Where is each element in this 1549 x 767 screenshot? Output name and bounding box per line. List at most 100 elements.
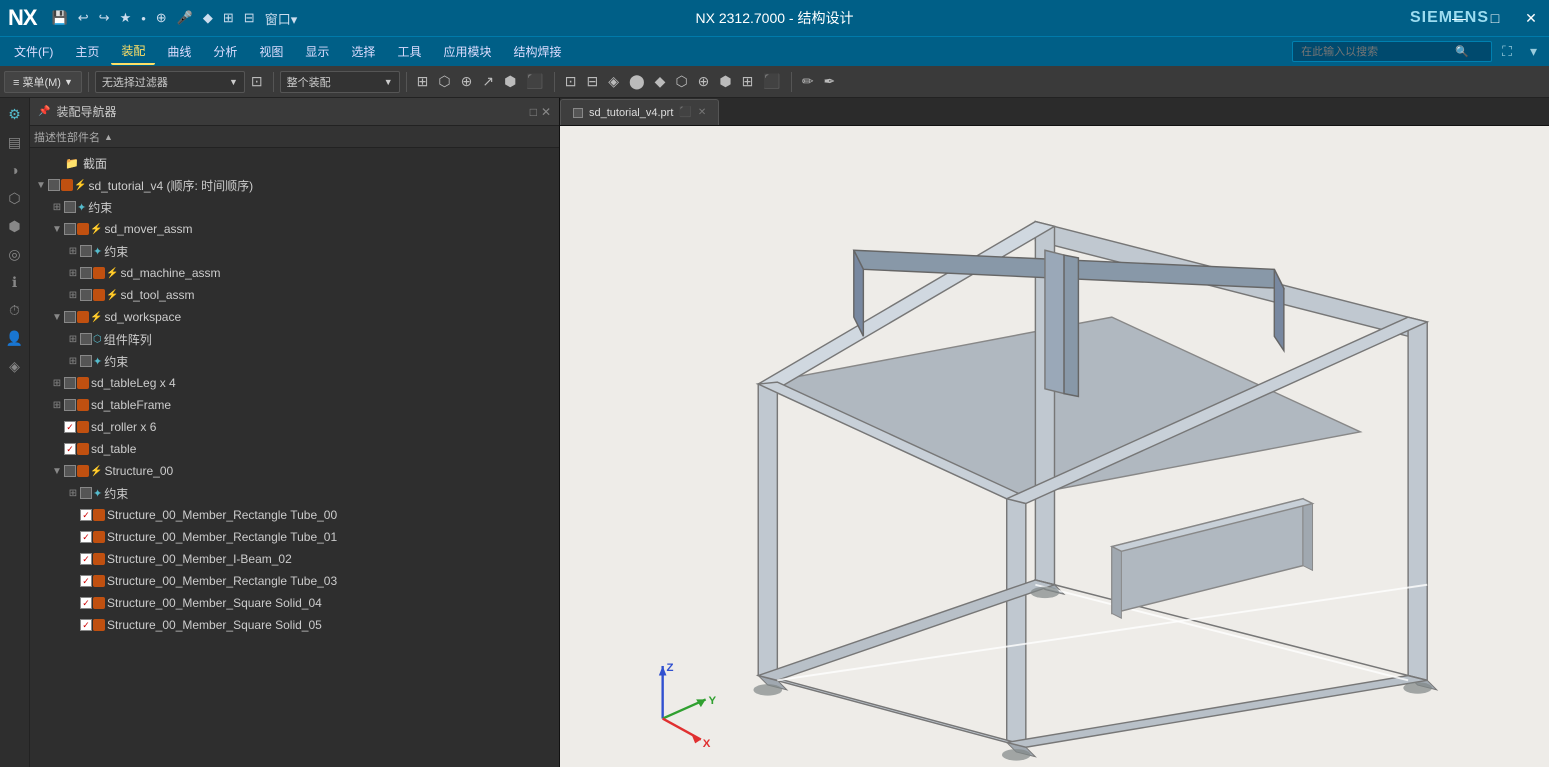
menu-view[interactable]: 视图	[249, 39, 293, 64]
col-sort-icon[interactable]: ▲	[104, 132, 113, 142]
sidebar-icon-layers[interactable]: ▤	[3, 130, 27, 154]
tree-row-ibeam02[interactable]: ✓ Structure_00_Member_I-Beam_02	[30, 548, 559, 570]
filter-dropdown[interactable]: 无选择过滤器 ▼	[95, 71, 245, 93]
mic-icon[interactable]: 🎤	[174, 8, 196, 28]
tb-icon-1[interactable]: ⊞	[413, 70, 433, 93]
minimize-button[interactable]: —	[1441, 0, 1477, 36]
sidebar-icon-user[interactable]: 👤	[3, 326, 27, 350]
toggle-constraint2[interactable]: ⊞	[66, 244, 80, 258]
tab-main[interactable]: sd_tutorial_v4.prt ⬛ ✕	[560, 99, 719, 125]
toggle-machine[interactable]: ⊞	[66, 266, 80, 280]
toggle-constraint4[interactable]: ⊞	[66, 486, 80, 500]
toggle-workspace[interactable]: ▼	[50, 310, 64, 324]
checkbox-rect03[interactable]: ✓	[80, 575, 92, 587]
sidebar-icon-parts[interactable]: ⬡	[3, 186, 27, 210]
toggle-tableframe[interactable]: ⊞	[50, 398, 64, 412]
tree-row-rect01[interactable]: ✓ Structure_00_Member_Rectangle Tube_01	[30, 526, 559, 548]
tree-area[interactable]: 📁 截面 ▼ ⚡ sd_tutorial_v4 (顺序: 时间顺序) ⊞	[30, 148, 559, 767]
sidebar-icon-constraint[interactable]: ◎	[3, 242, 27, 266]
checkbox-roller[interactable]: ✓	[64, 421, 76, 433]
toggle-tool[interactable]: ⊞	[66, 288, 80, 302]
menu-home[interactable]: 主页	[65, 39, 109, 64]
column-header[interactable]: 描述性部件名 ▲	[30, 126, 559, 148]
checkbox-square05[interactable]: ✓	[80, 619, 92, 631]
menu-tools[interactable]: 工具	[387, 39, 431, 64]
tree-row-section[interactable]: 📁 截面	[30, 152, 559, 174]
tree-row-square04[interactable]: ✓ Structure_00_Member_Square Solid_04	[30, 592, 559, 614]
toggle-array[interactable]: ⊞	[66, 332, 80, 346]
menu-button[interactable]: ≡ 菜单(M) ▼	[4, 71, 82, 93]
tree-row-table[interactable]: ✓ sd_table	[30, 438, 559, 460]
tb-icon-16[interactable]: ⬛	[759, 70, 784, 93]
menu-display[interactable]: 显示	[295, 39, 339, 64]
tb-icon-7[interactable]: ⊡	[561, 70, 581, 93]
assembly-filter-dropdown[interactable]: 整个装配 ▼	[280, 71, 400, 93]
tree-row-constraint4[interactable]: ⊞ ✦ 约束	[30, 482, 559, 504]
tree-row-root[interactable]: ▼ ⚡ sd_tutorial_v4 (顺序: 时间顺序)	[30, 174, 559, 196]
menu-select[interactable]: 选择	[341, 39, 385, 64]
viewport[interactable]: sd_tutorial_v4.prt ⬛ ✕	[560, 98, 1549, 767]
tb-icon-10[interactable]: ⬤	[625, 70, 649, 93]
tree-row-constraint2[interactable]: ⊞ ✦ 约束	[30, 240, 559, 262]
tree-row-machine[interactable]: ⊞ ⚡ sd_machine_assm	[30, 262, 559, 284]
checkbox-rect00[interactable]: ✓	[80, 509, 92, 521]
tree-row-tool[interactable]: ⊞ ⚡ sd_tool_assm	[30, 284, 559, 306]
tb-icon-13[interactable]: ⊕	[694, 70, 714, 93]
toggle-constraint3[interactable]: ⊞	[66, 354, 80, 368]
sidebar-icon-3d[interactable]: ⬢	[3, 214, 27, 238]
checkbox-ibeam02[interactable]: ✓	[80, 553, 92, 565]
menu-apps[interactable]: 应用模块	[433, 39, 501, 64]
checkbox-table[interactable]: ✓	[64, 443, 76, 455]
search-icon[interactable]: 🔍	[1455, 45, 1469, 58]
menu-analysis[interactable]: 分析	[203, 39, 247, 64]
toggle-tableleg[interactable]: ⊞	[50, 376, 64, 390]
tree-row-array[interactable]: ⊞ ⬡ 组件阵列	[30, 328, 559, 350]
sidebar-icon-settings[interactable]: ⚙	[3, 102, 27, 126]
search-input[interactable]	[1301, 46, 1451, 58]
grid1-icon[interactable]: ⊞	[220, 8, 237, 28]
tree-row-mover[interactable]: ▼ ⚡ sd_mover_assm	[30, 218, 559, 240]
sidebar-icon-shape[interactable]: ◈	[3, 354, 27, 378]
tb-icon-14[interactable]: ⬢	[715, 70, 735, 93]
tree-row-rect00[interactable]: ✓ Structure_00_Member_Rectangle Tube_00	[30, 504, 559, 526]
rec-icon[interactable]: ⊕	[153, 8, 170, 28]
menu-curve[interactable]: 曲线	[157, 39, 201, 64]
checkbox-square04[interactable]: ✓	[80, 597, 92, 609]
tree-row-roller[interactable]: ✓ sd_roller x 6	[30, 416, 559, 438]
tb-icon-3[interactable]: ⊕	[457, 70, 477, 93]
tree-row-tableleg[interactable]: ⊞ sd_tableLeg x 4	[30, 372, 559, 394]
dot-icon[interactable]: •	[138, 9, 149, 28]
undo-icon[interactable]: ↩	[75, 8, 92, 28]
nav-close-button[interactable]: ✕	[541, 105, 551, 119]
maximize-button[interactable]: □	[1477, 0, 1513, 36]
tb-icon-6[interactable]: ⬛	[522, 70, 547, 93]
menu-struct-weld[interactable]: 结构焊接	[503, 39, 571, 64]
nav-maximize-button[interactable]: □	[530, 105, 537, 119]
tb-icon-12[interactable]: ⬡	[671, 70, 691, 93]
toggle-structure00[interactable]: ▼	[50, 464, 64, 478]
tab-close-button[interactable]: ✕	[698, 107, 706, 118]
tree-row-constraint3[interactable]: ⊞ ✦ 约束	[30, 350, 559, 372]
toggle-root[interactable]: ▼	[34, 178, 48, 192]
toggle-section[interactable]	[50, 156, 64, 170]
tree-row-structure00[interactable]: ▼ ⚡ Structure_00	[30, 460, 559, 482]
tb-icon-11[interactable]: ◆	[651, 70, 670, 93]
tree-row-tableframe[interactable]: ⊞ sd_tableFrame	[30, 394, 559, 416]
tree-row-constraint1[interactable]: ⊞ ✦ 约束	[30, 196, 559, 218]
maximize-icon[interactable]: ⛶	[1494, 43, 1520, 60]
menu-file[interactable]: 文件(F)	[4, 39, 63, 64]
nav-pin-icon[interactable]: 📌	[38, 106, 50, 117]
toggle-mover[interactable]: ▼	[50, 222, 64, 236]
diamond-icon[interactable]: ◆	[200, 8, 216, 28]
tb-icon-8[interactable]: ⊟	[582, 70, 602, 93]
tb-icon-4[interactable]: ↗	[478, 70, 498, 93]
save-icon[interactable]: 💾	[49, 8, 71, 28]
toggle-constraint1[interactable]: ⊞	[50, 200, 64, 214]
tree-row-square05[interactable]: ✓ Structure_00_Member_Square Solid_05	[30, 614, 559, 636]
sidebar-icon-time[interactable]: ⏱	[3, 298, 27, 322]
sidebar-icon-info[interactable]: ℹ	[3, 270, 27, 294]
grid2-icon[interactable]: ⊟	[241, 8, 258, 28]
search-box[interactable]: 🔍	[1292, 41, 1492, 62]
tb-icon-17[interactable]: ✏	[798, 70, 818, 93]
redo-icon[interactable]: ↪	[96, 8, 113, 28]
